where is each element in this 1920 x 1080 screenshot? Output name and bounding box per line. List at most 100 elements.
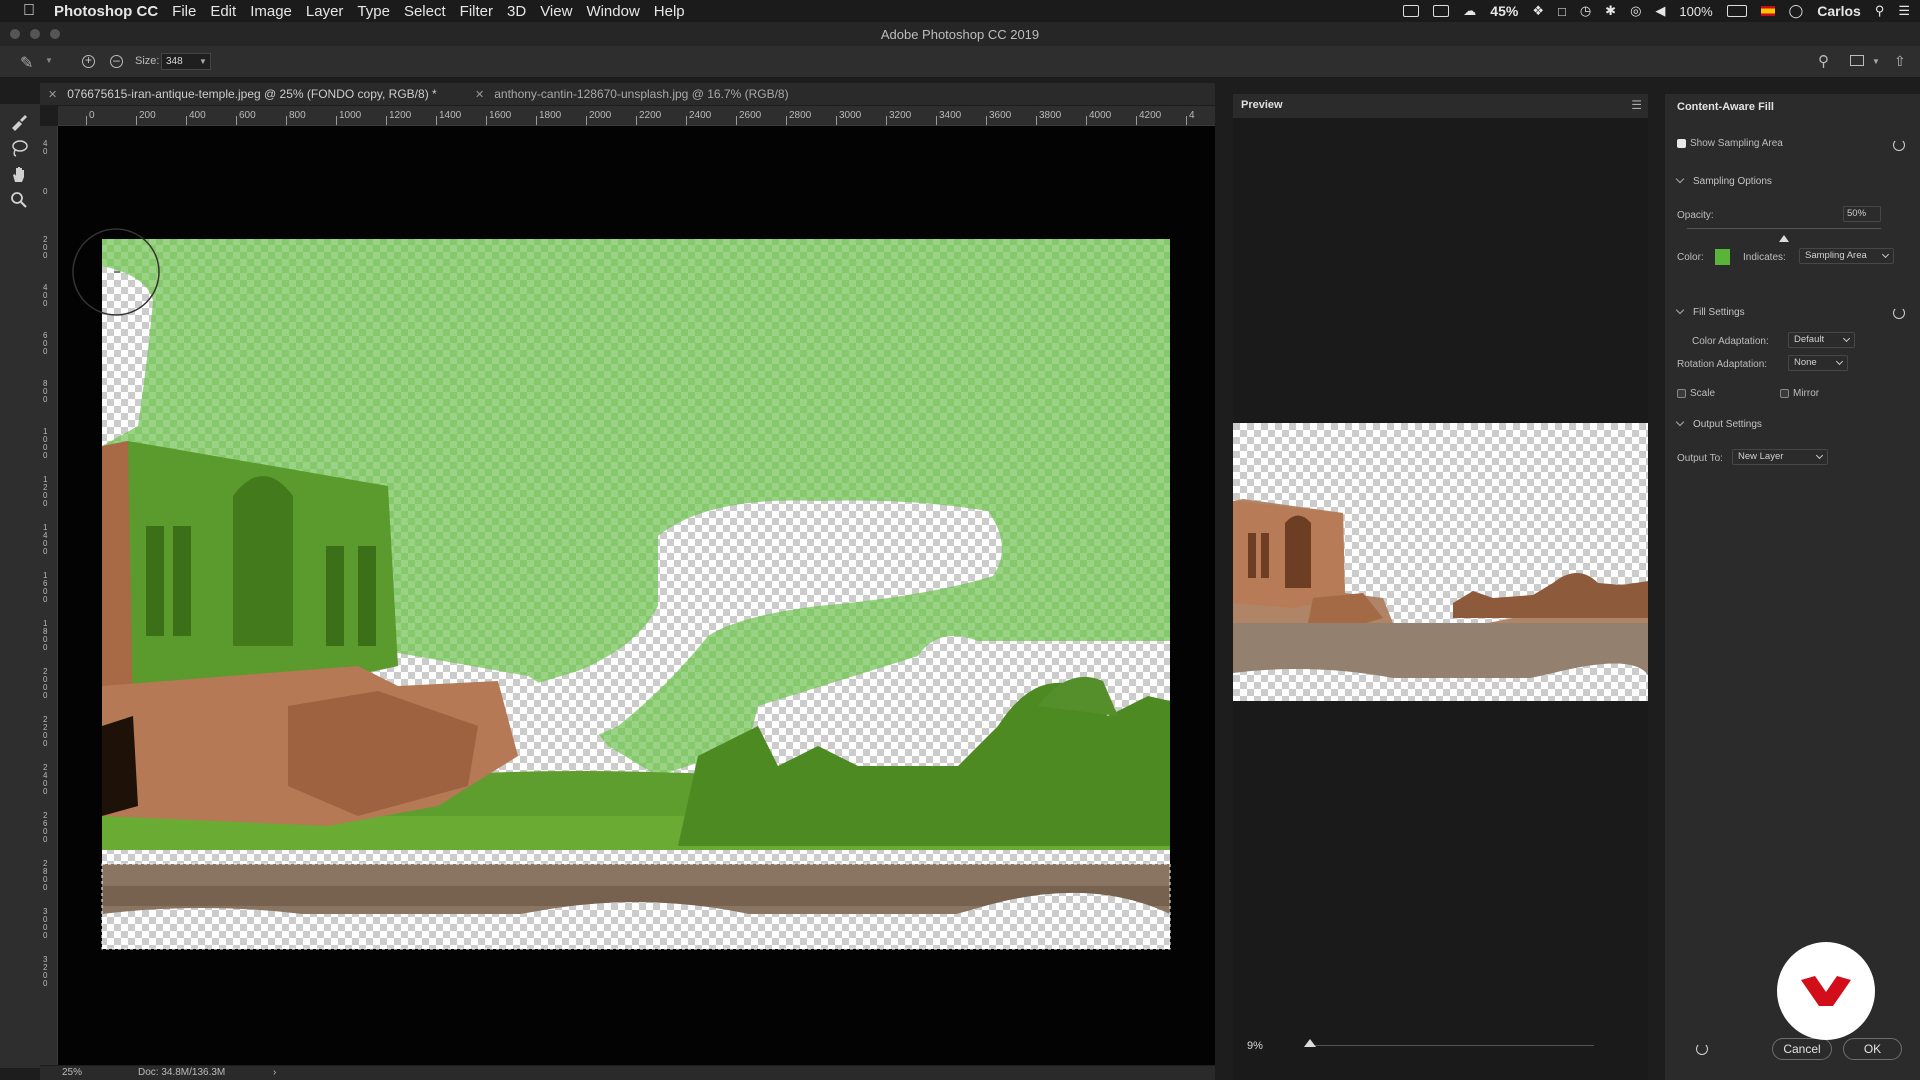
- fill-settings-header[interactable]: Fill Settings: [1675, 305, 1745, 318]
- user-name[interactable]: Carlos: [1817, 3, 1861, 19]
- opacity-input[interactable]: 50%: [1843, 206, 1881, 222]
- lasso-tool-icon[interactable]: [9, 138, 31, 160]
- menu-help[interactable]: Help: [654, 3, 685, 20]
- hruler-tick: [886, 116, 887, 125]
- menu-layer[interactable]: Layer: [306, 3, 344, 20]
- menu-edit[interactable]: Edit: [210, 3, 236, 20]
- notification-center-icon[interactable]: ☰: [1898, 3, 1910, 19]
- hruler-label: 3800: [1039, 110, 1062, 121]
- output-to-dropdown[interactable]: New Layer: [1732, 449, 1828, 465]
- reset-sampling-icon[interactable]: [1893, 139, 1905, 151]
- menu-3d[interactable]: 3D: [507, 3, 526, 20]
- workspace-icon[interactable]: [1850, 55, 1864, 66]
- color-swatch[interactable]: [1715, 249, 1730, 265]
- notification-icon[interactable]: □: [1558, 4, 1566, 19]
- menubar-status-items: ☁ 45% ❖ □ ◷ ✱ ◎ ◀ 100% ◯ Carlos ⚲ ☰: [1403, 0, 1910, 22]
- battery-icon[interactable]: [1726, 5, 1747, 17]
- flag-icon[interactable]: [1760, 6, 1775, 16]
- hruler-tick: [486, 116, 487, 125]
- vruler-label: 2400: [43, 763, 48, 796]
- scale-checkbox[interactable]: Scale: [1677, 388, 1715, 399]
- status-menu-chevron-icon[interactable]: ›: [273, 1067, 276, 1078]
- opacity-slider-thumb[interactable]: [1779, 235, 1789, 242]
- workspace-chevron-icon[interactable]: ▼: [1872, 57, 1880, 66]
- output-settings-header[interactable]: Output Settings: [1675, 417, 1762, 430]
- clock-icon[interactable]: ◯: [1789, 3, 1804, 19]
- horizontal-ruler[interactable]: 0 200 400 600 800 1000 1200 1400 1600 1800 2000 220…: [58, 106, 1215, 126]
- preset-dropdown-chevron-icon[interactable]: ▼: [45, 56, 53, 65]
- reset-fill-settings-icon[interactable]: [1893, 307, 1905, 319]
- close-window-button[interactable]: [10, 29, 20, 39]
- vruler-label: 1000: [43, 427, 48, 460]
- toolbox: [0, 104, 40, 1068]
- menu-window[interactable]: Window: [586, 3, 639, 20]
- close-tab-icon[interactable]: ✕: [475, 89, 484, 101]
- hruler-tick: [286, 116, 287, 125]
- hruler-label: 1200: [389, 110, 412, 121]
- opacity-slider-track[interactable]: [1687, 228, 1881, 229]
- document-canvas[interactable]: [58, 126, 1215, 1065]
- indicates-label: Indicates:: [1743, 252, 1786, 263]
- mirror-label: Mirror: [1793, 388, 1820, 399]
- hruler-label: 1000: [339, 110, 362, 121]
- display-icon[interactable]: [1433, 5, 1450, 17]
- hruler-label: 3400: [939, 110, 962, 121]
- menu-image[interactable]: Image: [250, 3, 292, 20]
- menu-type[interactable]: Type: [357, 3, 390, 20]
- wifi-icon[interactable]: ◎: [1630, 3, 1641, 19]
- preview-zoom-slider-thumb[interactable]: [1304, 1039, 1316, 1047]
- spotlight-search-icon[interactable]: ⚲: [1875, 3, 1885, 19]
- menu-select[interactable]: Select: [404, 3, 446, 20]
- vruler-label: 2200: [43, 715, 48, 748]
- hruler-label: 2800: [789, 110, 812, 121]
- time-machine-icon[interactable]: ◷: [1580, 3, 1591, 19]
- bluetooth-icon[interactable]: ✱: [1605, 3, 1616, 19]
- cancel-button[interactable]: Cancel: [1772, 1038, 1832, 1060]
- creative-cloud-icon[interactable]: ☁: [1463, 3, 1476, 19]
- menu-filter[interactable]: Filter: [460, 3, 493, 20]
- screen-record-icon[interactable]: [1403, 5, 1420, 17]
- brush-preset-icon[interactable]: ✎: [20, 53, 33, 73]
- color-label: Color:: [1677, 252, 1704, 263]
- dropbox-icon[interactable]: ❖: [1532, 3, 1544, 19]
- close-tab-icon[interactable]: ✕: [48, 89, 57, 101]
- indicates-dropdown[interactable]: Sampling Area: [1799, 248, 1894, 264]
- hand-tool-icon[interactable]: [9, 164, 31, 186]
- sampling-options-header[interactable]: Sampling Options: [1675, 174, 1772, 187]
- share-icon[interactable]: ⇧: [1894, 53, 1906, 70]
- mirror-checkbox[interactable]: Mirror: [1780, 388, 1819, 399]
- rotation-adaptation-dropdown[interactable]: None: [1788, 355, 1848, 371]
- vertical-ruler[interactable]: 40 0 200 400 600 800 1000 1200 1400 1600 1800 2000 2…: [40, 126, 58, 1065]
- size-dropdown-chevron-icon[interactable]: ▼: [199, 57, 207, 66]
- zoom-window-button[interactable]: [50, 29, 60, 39]
- menu-view[interactable]: View: [540, 3, 572, 20]
- search-icon[interactable]: ⚲: [1818, 52, 1829, 70]
- hruler-label: 2000: [589, 110, 612, 121]
- zoom-level[interactable]: 25%: [62, 1067, 82, 1078]
- tab-anthony-cantin[interactable]: ✕ anthony-cantin-128670-unsplash.jpg @ 16…: [475, 83, 789, 105]
- minimize-window-button[interactable]: [30, 29, 40, 39]
- content-aware-fill-panel: Content-Aware Fill Show Sampling Area Sa…: [1665, 94, 1920, 1080]
- tab-iran-antique-temple[interactable]: ✕ 076675615-iran-antique-temple.jpeg @ 25…: [48, 83, 437, 105]
- volume-icon[interactable]: ◀: [1655, 3, 1665, 19]
- hruler-tick: [736, 116, 737, 125]
- add-to-area-icon[interactable]: +: [82, 54, 95, 68]
- preview-zoom-slider-track[interactable]: [1312, 1045, 1594, 1046]
- color-adaptation-dropdown[interactable]: Default: [1788, 332, 1855, 348]
- hruler-tick: [686, 116, 687, 125]
- apple-menu-icon[interactable]: : [20, 2, 38, 20]
- menu-file[interactable]: File: [172, 3, 196, 20]
- sampling-brush-tool-icon[interactable]: [9, 112, 31, 134]
- reset-all-icon[interactable]: [1696, 1043, 1708, 1055]
- canvas-area[interactable]: [58, 126, 1215, 1065]
- vruler-label: 200: [43, 235, 48, 260]
- subtract-from-area-icon[interactable]: –: [110, 54, 123, 68]
- preview-zoom-input[interactable]: 9%: [1242, 1036, 1302, 1056]
- hruler-tick: [136, 116, 137, 125]
- zoom-tool-icon[interactable]: [9, 190, 31, 212]
- panel-menu-icon[interactable]: ☰: [1631, 98, 1642, 112]
- hruler-label: 2600: [739, 110, 762, 121]
- app-menu[interactable]: Photoshop CC: [54, 3, 158, 20]
- ok-button[interactable]: OK: [1843, 1038, 1902, 1060]
- show-sampling-area-checkbox[interactable]: Show Sampling Area: [1677, 138, 1783, 149]
